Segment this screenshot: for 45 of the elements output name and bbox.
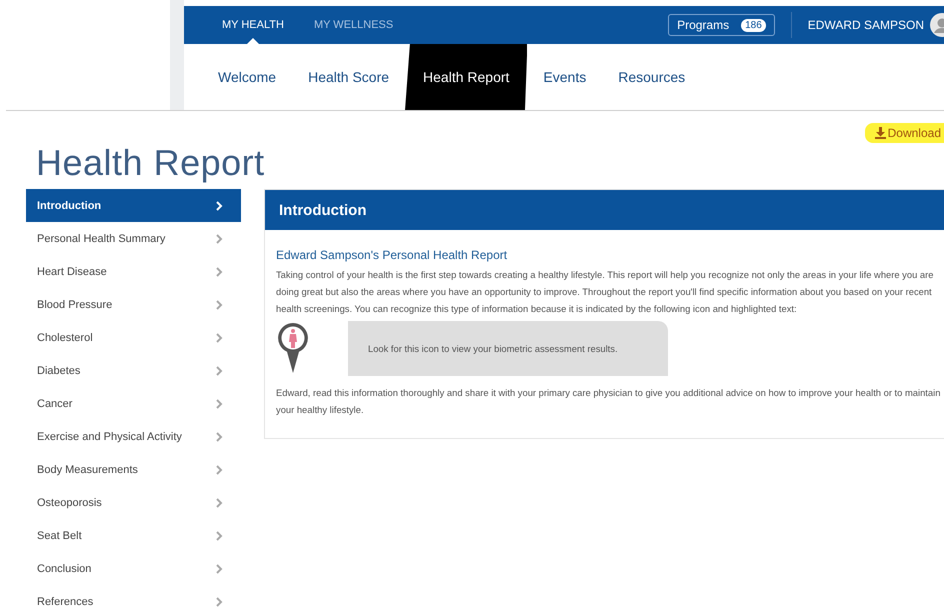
chevron-right-icon bbox=[216, 398, 223, 408]
programs-button[interactable]: Programs 186 bbox=[668, 14, 775, 36]
report-heading: Edward Sampson's Personal Health Report bbox=[276, 248, 508, 262]
chevron-right-icon bbox=[216, 266, 223, 276]
nav-tab[interactable]: Events bbox=[527, 44, 602, 110]
intro-paragraph: Taking control of your health is the first step towards creating a healthy lifestyle. This report will help you recognize not only the areas in your life where you are doing great but also the areas where you have an opportunity to improve. Throughout the report you'll find specific information about you based on your recent health screenings. You can recognize this type of information because it is indicated by the following icon and highlighted text: bbox=[276, 268, 934, 316]
nav-tab[interactable]: Health Report bbox=[405, 44, 528, 110]
sidebar-item[interactable]: Conclusion bbox=[26, 552, 241, 585]
panel-title: Introduction bbox=[279, 202, 366, 218]
sidebar-item[interactable]: Heart Disease bbox=[26, 255, 241, 288]
sidebar-item[interactable]: Personal Health Summary bbox=[26, 222, 241, 255]
chevron-right-icon bbox=[216, 234, 223, 244]
chevron-right-icon bbox=[216, 564, 223, 574]
chevron-right-icon bbox=[216, 366, 223, 376]
count-badge: 186 bbox=[741, 18, 766, 32]
sidebar-item[interactable]: References bbox=[26, 585, 241, 615]
chevron-right-icon bbox=[216, 530, 223, 540]
chevron-right-icon bbox=[216, 332, 223, 342]
closing-paragraph: Edward, read this information thoroughly and share it with your primary care physician to give you additional advice on how to improve your health or to maintain your healthy lifestyle. bbox=[276, 386, 942, 417]
sidebar-item[interactable]: Cancer bbox=[26, 387, 241, 420]
nav-tab[interactable]: Health Score bbox=[292, 44, 406, 110]
callout-text: Look for this icon to view your biometric assessment results. bbox=[368, 343, 618, 354]
top-nav-tab[interactable]: MY HEALTH bbox=[222, 6, 284, 44]
sidebar-item[interactable]: Cholesterol bbox=[26, 321, 241, 354]
sidebar-item[interactable]: Exercise and Physical Activity bbox=[26, 420, 241, 453]
chevron-right-icon bbox=[216, 200, 223, 210]
download-link[interactable]: Download bbox=[864, 123, 944, 143]
sidebar-item[interactable]: Seat Belt bbox=[26, 519, 241, 552]
page-title: Health Report bbox=[36, 143, 266, 183]
sidebar-item[interactable]: Blood Pressure bbox=[26, 288, 241, 321]
chevron-right-icon bbox=[216, 432, 223, 442]
chevron-right-icon bbox=[216, 498, 223, 508]
map-pin-person-icon bbox=[276, 321, 310, 373]
top-nav-tab[interactable]: MY WELLNESS bbox=[314, 6, 394, 44]
sidebar-item[interactable]: Introduction bbox=[26, 189, 241, 222]
sidebar-item[interactable]: Body Measurements bbox=[26, 453, 241, 486]
sidebar-item[interactable]: Diabetes bbox=[26, 354, 241, 387]
chevron-right-icon bbox=[216, 596, 223, 606]
chevron-right-icon bbox=[216, 300, 223, 310]
sidebar-item[interactable]: Osteoporosis bbox=[26, 486, 241, 519]
nav-tab[interactable]: Welcome bbox=[202, 44, 292, 110]
chevron-right-icon bbox=[216, 464, 223, 474]
user-name[interactable]: EDWARD SAMPSON bbox=[808, 18, 924, 32]
download-icon bbox=[874, 127, 886, 139]
nav-tab[interactable]: Resources bbox=[602, 44, 702, 110]
